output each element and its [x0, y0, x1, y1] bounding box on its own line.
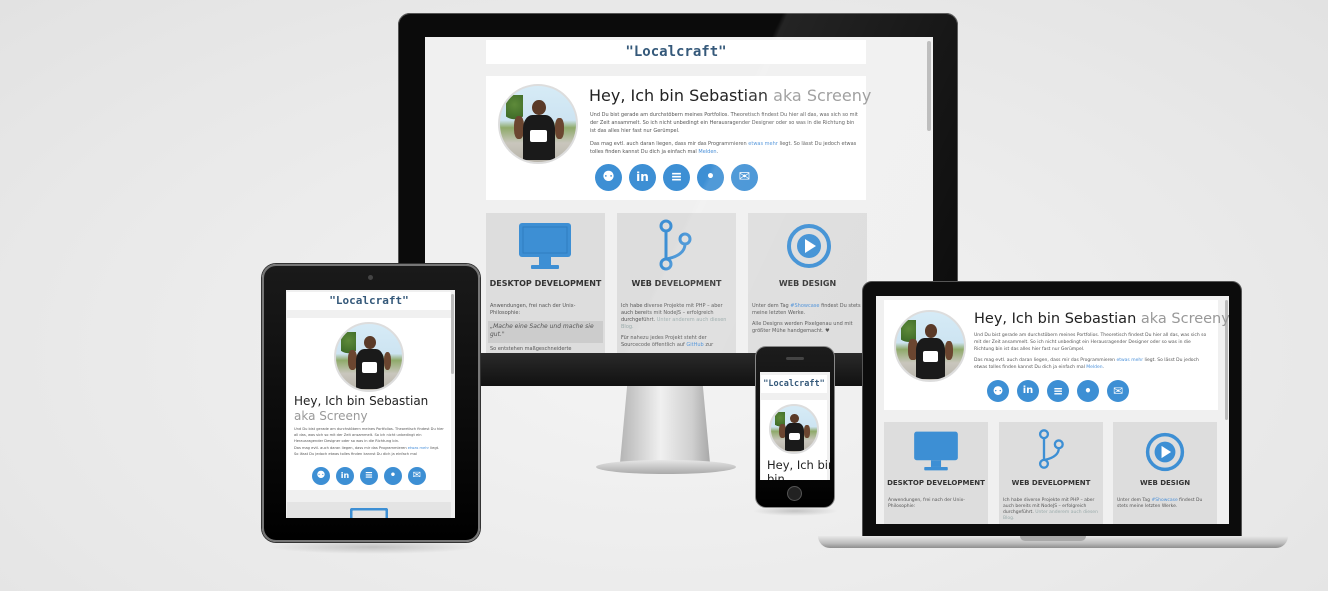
service-tile-desktop[interactable]: DESKTOP DEVELOPMENT Anwendungen, frei na… — [884, 422, 988, 524]
scrollbar[interactable] — [927, 41, 931, 131]
service-title: WEB DEVELOPMENT — [631, 279, 722, 288]
service-title: WEB DESIGN — [1139, 479, 1191, 487]
site-header: "Localcraft" — [287, 292, 451, 310]
service-quote: „Mache eine Sache und mache sie gut." — [488, 321, 603, 343]
profile-heading: Hey, Ich bin — [767, 458, 830, 472]
linkedin-icon[interactable]: in — [1017, 380, 1039, 402]
site-header: "Localcraft" — [486, 40, 866, 64]
scrollbar[interactable] — [451, 294, 454, 374]
twitter-icon[interactable]: • — [1077, 380, 1099, 402]
tablet-screen: "Localcraft" Hey, Ich bin Sebastian aka … — [286, 290, 455, 518]
service-text: Anwendungen, frei nach der Unix-Philosop… — [888, 498, 965, 509]
tablet-shadow — [268, 540, 478, 554]
service-text: Unter dem Tag #Showcase findest Du stets… — [752, 303, 861, 316]
design-icon — [1145, 432, 1185, 472]
phone-screen: "Localcraft" Hey, Ich bin bin — [760, 372, 830, 480]
mail-icon[interactable]: ✉ — [731, 164, 758, 191]
tablet-camera — [368, 275, 373, 280]
twitter-icon[interactable]: • — [384, 467, 402, 485]
monitor-stand-base — [596, 460, 736, 474]
service-text: Für nahezu jedes Projekt steht der Sourc… — [621, 335, 714, 348]
intro-paragraph: Und Du bist gerade am durchstöbern meine… — [590, 112, 858, 134]
monitor-icon — [914, 431, 958, 471]
service-title: WEB DESIGN — [778, 279, 837, 288]
service-tile-web-development[interactable]: WEB DEVELOPMENT Ich habe diverse Projekt… — [999, 422, 1103, 524]
service-text: So entstehen maßgeschneiderte — [490, 346, 572, 352]
service-text: Unter dem Tag #Showcase findest Du stets… — [1117, 498, 1203, 509]
service-tile-web-design[interactable]: WEB DESIGN Unter dem Tag #Showcase finde… — [748, 213, 867, 353]
github-icon[interactable]: ⚉ — [987, 380, 1009, 402]
monitor-icon — [350, 508, 388, 518]
service-title: DESKTOP DEVELOPMENT — [887, 479, 985, 487]
intro-paragraph-2: Das mag evtl. auch daran liegen, dass mi… — [590, 141, 857, 155]
monitor-screen: "Localcraft" Hey, Ich bin Sebastian aka … — [425, 37, 933, 353]
service-title: WEB DEVELOPMENT — [1011, 479, 1091, 487]
intro-paragraph: Und Du bist gerade am durchstöbern meine… — [294, 427, 444, 443]
phone-home-button[interactable] — [787, 486, 802, 501]
device-mockup-stage: "Localcraft" Hey, Ich bin Sebastian aka … — [0, 0, 1328, 591]
twitter-icon[interactable]: • — [697, 164, 724, 191]
profile-heading: Hey, Ich bin Sebastian aka Screeny — [294, 394, 429, 423]
monitor-icon — [519, 223, 571, 269]
profile-card: Hey, Ich bin Sebastian aka Screeny Und D… — [486, 76, 871, 200]
service-title: DESKTOP DEVELOPMENT — [489, 279, 602, 288]
profile-card: Hey, Ich bin bin — [761, 400, 830, 480]
avatar — [334, 322, 404, 392]
stackoverflow-icon[interactable]: ≡ — [360, 467, 378, 485]
git-branch-icon — [659, 219, 692, 271]
stackoverflow-icon[interactable]: ≡ — [663, 164, 690, 191]
phone-speaker — [786, 357, 804, 360]
avatar — [894, 310, 966, 382]
profile-card: Hey, Ich bin Sebastian aka Screeny Und D… — [287, 318, 451, 490]
profile-heading: Hey, Ich bin Sebastian aka Screeny — [974, 311, 1229, 327]
design-icon — [787, 224, 831, 268]
service-tile-web-development[interactable]: WEB DEVELOPMENT Ich habe diverse Projekt… — [617, 213, 736, 353]
linkedin-icon[interactable]: in — [629, 164, 656, 191]
avatar — [769, 404, 819, 454]
service-text: Ich habe diverse Projekte mit PHP – aber… — [621, 303, 727, 330]
profile-heading: Hey, Ich bin Sebastian aka Screeny — [589, 86, 872, 105]
site-header: "Localcraft" — [761, 375, 827, 393]
profile-heading-continued: bin — [767, 472, 785, 480]
service-tile-desktop[interactable]: DESKTOP DEVELOPMENT Anwendungen, frei na… — [486, 213, 605, 353]
service-text: Alle Designs werden Pixelgenau und mit g… — [752, 321, 853, 334]
service-text: Anwendungen, frei nach der Unix-Philosop… — [490, 303, 576, 316]
git-branch-icon — [1038, 429, 1064, 469]
linkedin-icon[interactable]: in — [336, 467, 354, 485]
mail-icon[interactable]: ✉ — [1107, 380, 1129, 402]
monitor-stand-neck — [620, 385, 710, 463]
service-tile-desktop[interactable] — [287, 502, 451, 518]
service-text: Ich habe diverse Projekte mit PHP – aber… — [1003, 498, 1098, 521]
stackoverflow-icon[interactable]: ≡ — [1047, 380, 1069, 402]
intro-paragraph: Und Du bist gerade am durchstöbern meine… — [974, 333, 1207, 352]
site-title[interactable]: "Localcraft" — [486, 40, 866, 64]
profile-card: Hey, Ich bin Sebastian aka Screeny Und D… — [884, 300, 1229, 410]
github-icon[interactable]: ⚉ — [595, 164, 622, 191]
intro-paragraph-2: Das mag evtl. auch daran liegen, dass mi… — [294, 446, 440, 456]
github-icon[interactable]: ⚉ — [312, 467, 330, 485]
laptop-screen: Hey, Ich bin Sebastian aka Screeny Und D… — [876, 296, 1229, 524]
site-title[interactable]: "Localcraft" — [761, 375, 827, 393]
avatar — [498, 84, 578, 164]
service-tile-web-design[interactable]: WEB DESIGN Unter dem Tag #Showcase finde… — [1113, 422, 1217, 524]
mail-icon[interactable]: ✉ — [408, 467, 426, 485]
laptop-notch — [1020, 536, 1086, 541]
site-title[interactable]: "Localcraft" — [287, 292, 451, 310]
intro-paragraph-2: Das mag evtl. auch daran liegen, dass mi… — [974, 358, 1199, 370]
